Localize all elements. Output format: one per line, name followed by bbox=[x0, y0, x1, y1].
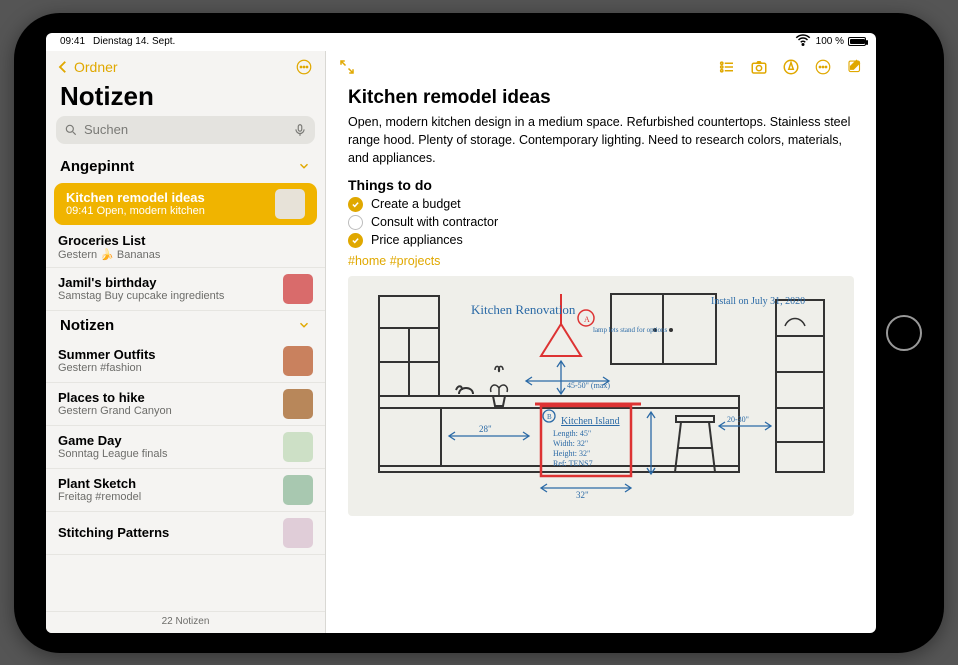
sidebar-footer: 22 Notizen bbox=[46, 611, 325, 633]
note-list-item[interactable]: Jamil's birthdaySamstag Buy cupcake ingr… bbox=[46, 268, 325, 311]
back-button[interactable]: Ordner bbox=[54, 58, 118, 76]
chevron-down-icon bbox=[297, 318, 311, 332]
note-list-item[interactable]: Game DaySonntag League finals bbox=[46, 426, 325, 469]
note-list-item[interactable]: Stitching Patterns bbox=[46, 512, 325, 555]
search-icon bbox=[64, 123, 78, 137]
sidebar-more-button[interactable] bbox=[295, 58, 313, 76]
sketch-title: Kitchen Renovation bbox=[471, 302, 576, 317]
todo-item[interactable]: Consult with contractor bbox=[348, 215, 854, 230]
ipad-frame: 09:41 Dienstag 14. Sept. 100 % Ordner bbox=[14, 13, 944, 653]
note-toolbar bbox=[326, 51, 876, 83]
notes-list[interactable]: AngepinntKitchen remodel ideas09:41 Open… bbox=[46, 152, 325, 611]
note-thumbnail bbox=[283, 274, 313, 304]
checkbox-icon[interactable] bbox=[348, 197, 363, 212]
sketch-attachment[interactable]: A B bbox=[348, 276, 854, 516]
status-date: Dienstag 14. Sept. bbox=[93, 36, 175, 47]
chevron-down-icon bbox=[297, 159, 311, 173]
status-time: 09:41 bbox=[60, 36, 85, 47]
dim-45-50: 45-50" (max) bbox=[567, 381, 610, 390]
ellipsis-circle-icon bbox=[295, 58, 313, 76]
back-label: Ordner bbox=[74, 59, 118, 75]
island-label: Kitchen Island bbox=[561, 416, 620, 427]
note-list-item[interactable]: Groceries ListGestern 🍌 Bananas bbox=[46, 227, 325, 268]
todo-item[interactable]: Price appliances bbox=[348, 233, 854, 248]
todo-heading: Things to do bbox=[348, 177, 854, 193]
sketch-lamp-note: lamp lets stand for options bbox=[593, 326, 668, 334]
note-description: Open, modern kitchen design in a medium … bbox=[348, 113, 854, 167]
markup-button[interactable] bbox=[782, 58, 800, 76]
note-body[interactable]: Kitchen remodel ideas Open, modern kitch… bbox=[326, 83, 876, 633]
list-options-button[interactable] bbox=[718, 58, 736, 76]
main-pane: Kitchen remodel ideas Open, modern kitch… bbox=[326, 51, 876, 633]
note-thumbnail bbox=[283, 518, 313, 548]
section-header[interactable]: Angepinnt bbox=[46, 152, 325, 181]
app-content: Ordner Notizen Suchen AngepinntKitchen r… bbox=[46, 51, 876, 633]
note-list-item[interactable]: Plant SketchFreitag #remodel bbox=[46, 469, 325, 512]
dim-32: 32" bbox=[576, 490, 589, 500]
note-title: Kitchen remodel ideas bbox=[348, 87, 854, 109]
note-list-item[interactable]: Kitchen remodel ideas09:41 Open, modern … bbox=[54, 183, 317, 225]
ellipsis-circle-icon bbox=[814, 58, 832, 76]
note-thumbnail bbox=[283, 346, 313, 376]
compose-button[interactable] bbox=[846, 58, 864, 76]
camera-icon bbox=[750, 58, 768, 76]
expand-button[interactable] bbox=[338, 58, 356, 76]
mic-icon bbox=[293, 123, 307, 137]
svg-text:Width: 32": Width: 32" bbox=[553, 439, 588, 448]
battery-pct: 100 % bbox=[816, 36, 844, 47]
markup-icon bbox=[782, 58, 800, 76]
sidebar: Ordner Notizen Suchen AngepinntKitchen r… bbox=[46, 51, 326, 633]
svg-text:B: B bbox=[547, 413, 552, 421]
svg-text:Length: 45": Length: 45" bbox=[553, 429, 591, 438]
compose-icon bbox=[846, 58, 864, 76]
dim-28: 28" bbox=[479, 424, 492, 434]
note-thumbnail bbox=[283, 389, 313, 419]
wifi-icon bbox=[794, 33, 812, 53]
todo-item[interactable]: Create a budget bbox=[348, 197, 854, 212]
list-options-icon bbox=[718, 58, 736, 76]
note-list-item[interactable]: Summer OutfitsGestern #fashion bbox=[46, 340, 325, 383]
svg-text:A: A bbox=[584, 315, 590, 324]
note-thumbnail bbox=[283, 432, 313, 462]
note-list-item[interactable]: Places to hikeGestern Grand Canyon bbox=[46, 383, 325, 426]
battery-icon bbox=[848, 37, 866, 46]
checkbox-icon[interactable] bbox=[348, 233, 363, 248]
sketch-install-note: Install on July 31, 2020 bbox=[711, 296, 805, 307]
svg-text:Ref: TENS7: Ref: TENS7 bbox=[553, 459, 593, 468]
sidebar-heading: Notizen bbox=[46, 79, 325, 116]
search-placeholder: Suchen bbox=[84, 122, 128, 137]
section-header[interactable]: Notizen bbox=[46, 311, 325, 340]
camera-button[interactable] bbox=[750, 58, 768, 76]
status-bar: 09:41 Dienstag 14. Sept. 100 % bbox=[46, 33, 876, 51]
checkbox-icon[interactable] bbox=[348, 215, 363, 230]
note-more-button[interactable] bbox=[814, 58, 832, 76]
dim-20-30: 20-30" bbox=[727, 415, 749, 424]
chevron-left-icon bbox=[54, 58, 72, 76]
svg-text:Height: 32": Height: 32" bbox=[553, 449, 590, 458]
search-input[interactable]: Suchen bbox=[56, 116, 315, 144]
screen: 09:41 Dienstag 14. Sept. 100 % Ordner bbox=[46, 33, 876, 633]
note-thumbnail bbox=[283, 475, 313, 505]
note-thumbnail bbox=[275, 189, 305, 219]
note-tags: #home #projects bbox=[348, 254, 854, 268]
home-button[interactable] bbox=[886, 315, 922, 351]
expand-icon bbox=[338, 58, 356, 76]
